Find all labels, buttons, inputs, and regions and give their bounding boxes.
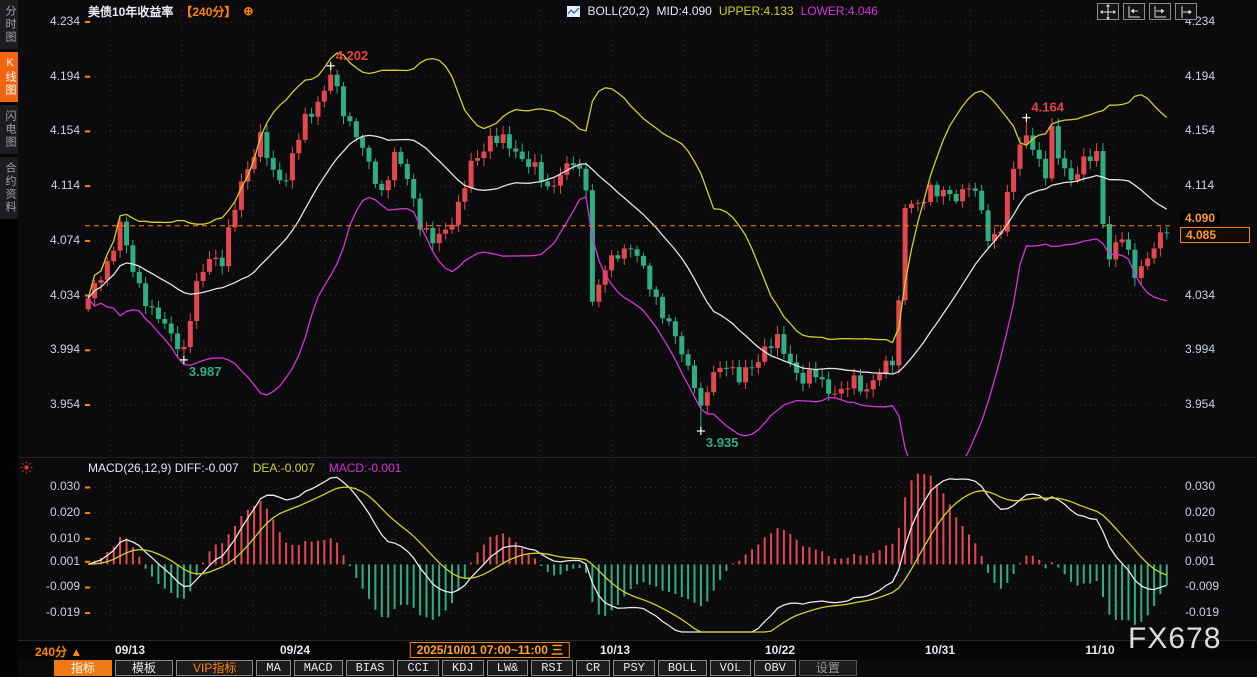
macd-tick-left: 0.030 — [22, 479, 80, 493]
price-tick-right: 4.114 — [1185, 178, 1243, 192]
price-tick-left: 4.154 — [22, 123, 80, 137]
macd-bar-value: MACD:-0.001 — [329, 461, 402, 475]
toolbar-item-rsi[interactable]: RSI — [531, 660, 573, 676]
sidebar-tab-2[interactable]: K线图 — [0, 52, 18, 102]
toolbar-item-设置[interactable]: 设置 — [799, 660, 857, 676]
svg-text:3.935: 3.935 — [706, 435, 739, 450]
last-price-badge: 4.085 — [1180, 227, 1250, 243]
price-tick-right: 4.034 — [1185, 288, 1243, 302]
toolbar-item-kdj[interactable]: KDJ — [442, 660, 484, 676]
boll-mid-badge: 4.090 — [1180, 211, 1220, 225]
macd-tick-left: 0.001 — [22, 554, 80, 568]
svg-text:3.987: 3.987 — [189, 364, 222, 379]
macd-tick-right: 0.030 — [1185, 479, 1243, 493]
sidebar-tab-3[interactable]: 闪电图 — [0, 105, 18, 154]
chart-header: 美债10年收益率 【240分】 ⊕ BOLL(20,2) MID:4.090 U… — [88, 3, 878, 19]
price-tick-right: 4.154 — [1185, 123, 1243, 137]
toolbar-item-lw&[interactable]: LW& — [487, 660, 529, 676]
macd-tick-right: 0.001 — [1185, 554, 1243, 568]
indicator-settings-icon[interactable] — [19, 460, 34, 480]
price-tick-right: 3.954 — [1185, 397, 1243, 411]
price-tick-left: 4.194 — [22, 69, 80, 83]
macd-tick-right: -0.019 — [1185, 605, 1243, 619]
selected-candle-time: 2025/10/01 07:00~11:00 三 — [410, 642, 570, 658]
shift-right-icon[interactable] — [1175, 3, 1197, 20]
expand-right-icon[interactable] — [1149, 3, 1171, 20]
price-tick-left: 3.954 — [22, 397, 80, 411]
toolbar-item-cr[interactable]: CR — [576, 660, 610, 676]
price-tick-left: 4.234 — [22, 14, 80, 28]
macd-tick-left: 0.020 — [22, 505, 80, 519]
toolbar-item-bias[interactable]: BIAS — [346, 660, 395, 676]
indicator-chart-icon[interactable] — [567, 6, 580, 17]
instrument-title: 美债10年收益率 — [88, 3, 173, 20]
toolbar-item-psy[interactable]: PSY — [613, 660, 655, 676]
period-label[interactable]: 【240分】 — [180, 3, 236, 20]
compress-left-icon[interactable] — [1123, 3, 1145, 20]
macd-tick-left: 0.010 — [22, 531, 80, 545]
svg-text:4.164: 4.164 — [1031, 100, 1064, 115]
macd-tick-left: -0.009 — [22, 579, 80, 593]
date-tick-label: 10/22 — [765, 643, 795, 657]
indicator-toolbar: 指标模板VIP指标MAMACDBIASCCIKDJLW&RSICRPSYBOLL… — [0, 659, 1257, 677]
date-tick-label: 09/13 — [115, 643, 145, 657]
panel-separator — [18, 457, 1257, 458]
price-tick-left: 4.074 — [22, 233, 80, 247]
date-tick-label: 10/31 — [925, 643, 955, 657]
sidebar: 分时图 K线图闪电图合约资料 — [0, 0, 18, 677]
toolbar-item-boll[interactable]: BOLL — [658, 660, 707, 676]
sidebar-tab-1[interactable]: 分时图 — [0, 0, 18, 49]
toolbar-item-macd[interactable]: MACD — [294, 660, 343, 676]
date-tick-label: 11/10 — [1085, 643, 1114, 657]
boll-label: BOLL(20,2) — [587, 4, 649, 18]
toolbar-item-cci[interactable]: CCI — [397, 660, 439, 676]
price-tick-right: 4.194 — [1185, 69, 1243, 83]
kline-chart[interactable]: 4.202 3.987 4.164 3.935 — [85, 10, 1170, 456]
watermark-logo: FX678 — [1128, 622, 1221, 656]
macd-diff-value: MACD(26,12,9) DIFF:-0.007 — [88, 461, 239, 475]
price-tick-left: 4.034 — [22, 288, 80, 302]
time-axis: 240分 ▲ 09/13 09/24 2025/10/01 07:00~11:00 … — [0, 640, 1257, 659]
macd-header: MACD(26,12,9) DIFF:-0.007 DEA:-0.007 MAC… — [88, 461, 401, 475]
view-controls — [1097, 3, 1197, 20]
boll-upper-value: UPPER:4.133 — [719, 4, 794, 18]
toolbar-item-ma[interactable]: MA — [256, 660, 290, 676]
macd-tick-left: -0.019 — [22, 605, 80, 619]
toolbar-item-指标[interactable]: 指标 — [54, 660, 112, 676]
sidebar-tab-4[interactable]: 合约资料 — [0, 157, 18, 219]
toolbar-item-vip指标[interactable]: VIP指标 — [176, 660, 253, 676]
macd-tick-right: 0.010 — [1185, 531, 1243, 545]
boll-mid-value: MID:4.090 — [657, 4, 712, 18]
date-tick-label: 09/24 — [280, 643, 310, 657]
toolbar-item-obv[interactable]: OBV — [754, 660, 796, 676]
pan-icon[interactable] — [1097, 3, 1119, 20]
macd-dea-value: DEA:-0.007 — [253, 461, 315, 475]
plus-circle-icon[interactable]: ⊕ — [243, 4, 253, 18]
svg-text:4.202: 4.202 — [336, 48, 369, 63]
boll-lower-value: LOWER:4.046 — [801, 4, 878, 18]
price-tick-left: 4.114 — [22, 178, 80, 192]
trading-app: 分时图 K线图闪电图合约资料 美债10年收益率 【240分】 ⊕ BOLL(20,… — [0, 0, 1257, 677]
toolbar-item-模板[interactable]: 模板 — [115, 660, 173, 676]
price-tick-right: 3.994 — [1185, 342, 1243, 356]
period-selector[interactable]: 240分 ▲ — [35, 643, 82, 660]
price-tick-left: 3.994 — [22, 342, 80, 356]
toolbar-item-vol[interactable]: VOL — [710, 660, 752, 676]
macd-chart[interactable] — [85, 460, 1170, 636]
date-tick-label: 10/13 — [600, 643, 630, 657]
macd-tick-right: -0.009 — [1185, 579, 1243, 593]
macd-tick-right: 0.020 — [1185, 505, 1243, 519]
